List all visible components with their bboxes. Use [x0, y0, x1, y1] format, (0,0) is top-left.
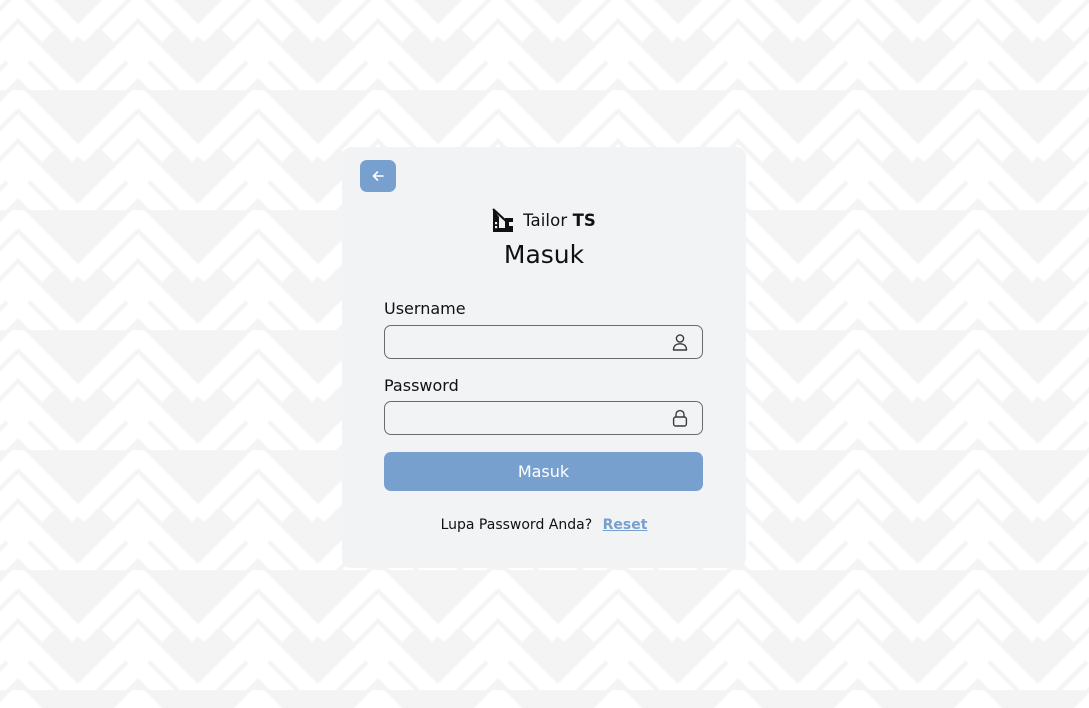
- username-label: Username: [384, 299, 466, 318]
- brand-name: Tailor TS: [523, 211, 596, 230]
- forgot-password-text: Lupa Password Anda?: [440, 517, 593, 533]
- brand: Tailor TS: [342, 208, 746, 233]
- brand-suffix: TS: [572, 211, 596, 230]
- back-button[interactable]: [360, 160, 396, 192]
- username-field: [384, 325, 703, 359]
- tailor-ruler-logo-icon: [492, 208, 514, 232]
- forgot-password-row: Lupa Password Anda? Reset: [342, 517, 746, 533]
- brand-name-text: Tailor: [523, 211, 568, 230]
- login-submit-button[interactable]: Masuk: [384, 452, 703, 491]
- password-input[interactable]: [393, 406, 663, 430]
- password-field: [384, 401, 703, 435]
- arrow-left-icon: [372, 171, 384, 181]
- page-title: Masuk: [503, 240, 585, 269]
- username-input[interactable]: [393, 330, 663, 354]
- login-card: Tailor TS Masuk Username Password Masuk …: [342, 147, 746, 568]
- user-icon: [672, 334, 688, 351]
- lock-icon: [672, 409, 688, 427]
- reset-password-link[interactable]: Reset: [603, 517, 648, 533]
- password-label: Password: [384, 376, 459, 395]
